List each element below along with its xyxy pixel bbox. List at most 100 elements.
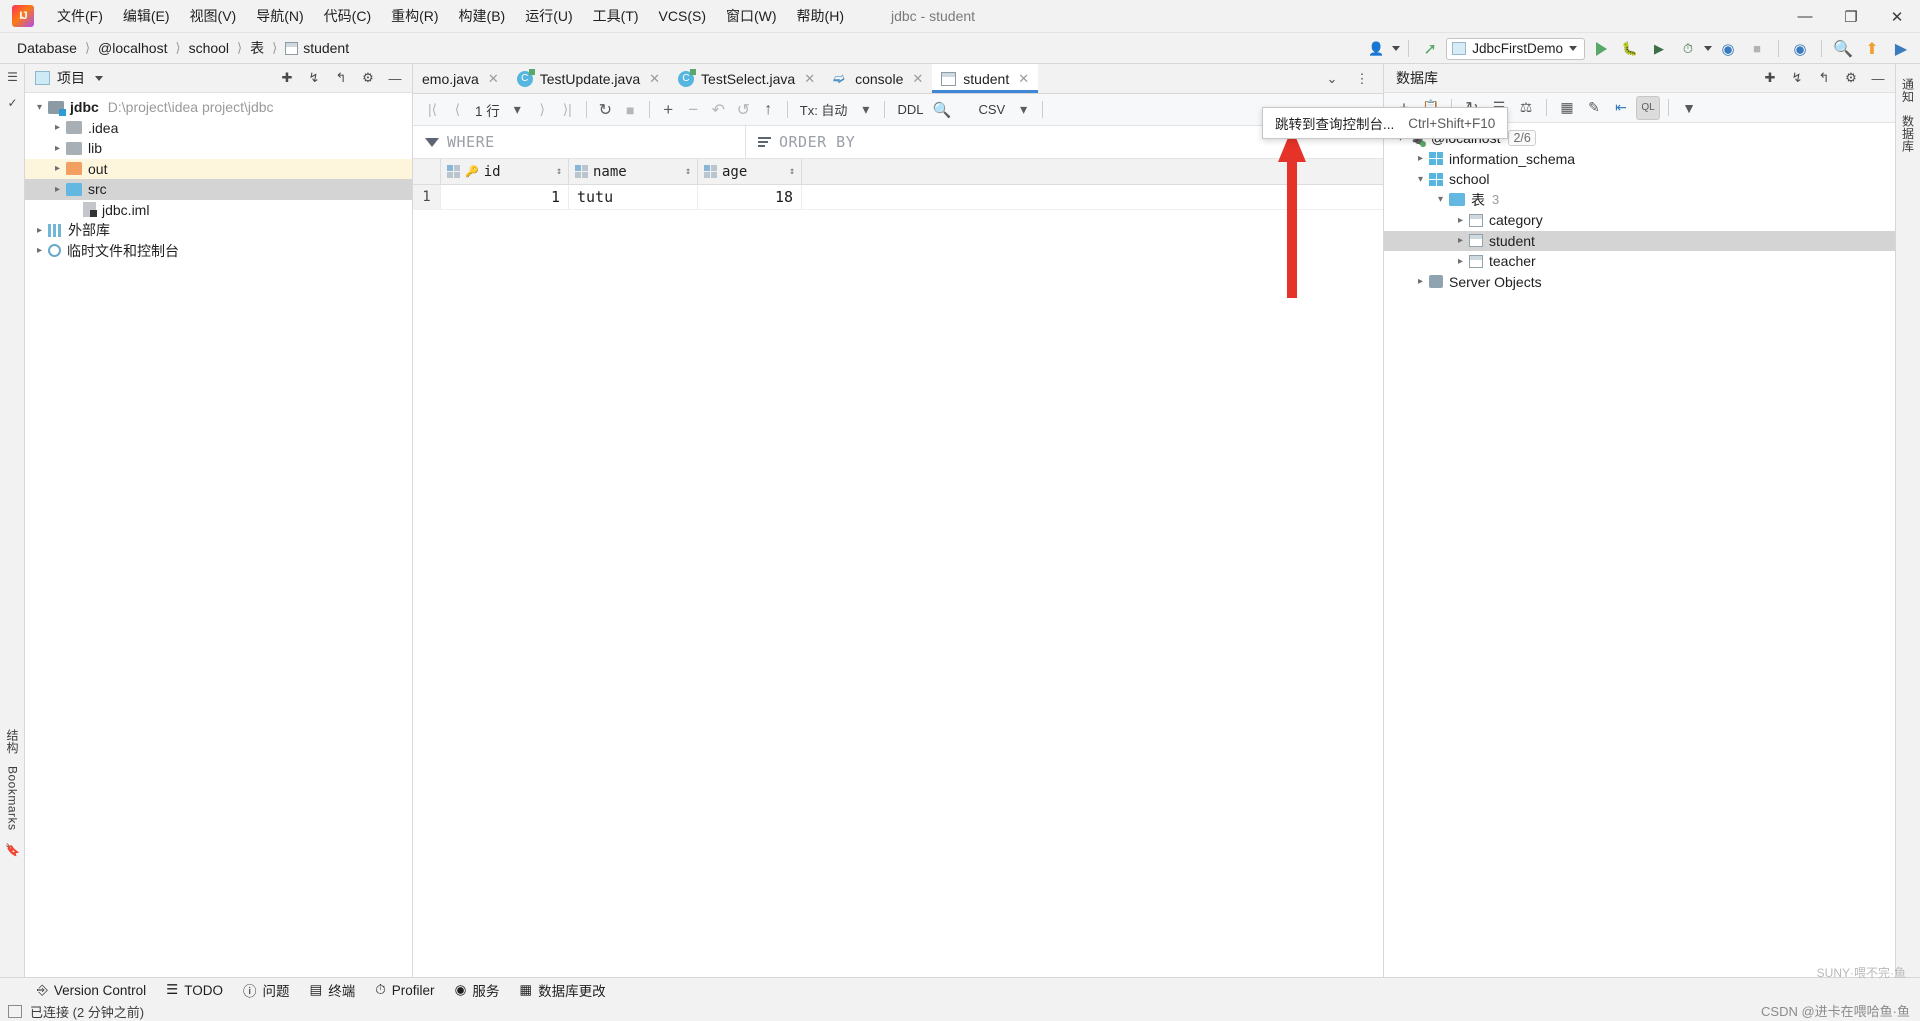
update-icon[interactable]: ⬆ bbox=[1859, 37, 1885, 61]
more-options-icon[interactable]: ⋮ bbox=[1349, 67, 1375, 91]
collapse-all-icon[interactable]: ↰ bbox=[328, 66, 354, 90]
chevron-down-icon[interactable] bbox=[1392, 46, 1401, 51]
menu-item-build[interactable]: 构建(B) bbox=[450, 2, 515, 30]
tree-item-jdbc-iml[interactable]: jdbc.iml bbox=[25, 200, 412, 221]
grid-header-id[interactable]: 🔑 id ↕ bbox=[441, 159, 569, 184]
user-icon[interactable]: 👤 bbox=[1363, 37, 1389, 61]
last-page-button[interactable]: ⟩| bbox=[556, 98, 579, 121]
debug-button[interactable]: 🐛 bbox=[1617, 37, 1643, 61]
revert-selected-icon[interactable]: ↺ bbox=[732, 98, 755, 121]
add-row-icon[interactable]: + bbox=[657, 98, 680, 121]
hide-panel-icon[interactable]: — bbox=[382, 66, 408, 90]
expand-all-icon[interactable]: ↯ bbox=[301, 66, 327, 90]
collapse-all-icon[interactable]: ↰ bbox=[1811, 66, 1837, 90]
menu-item-view[interactable]: 视图(V) bbox=[181, 2, 246, 30]
run-button[interactable] bbox=[1588, 37, 1614, 61]
bottom-item-todo[interactable]: ☰ TODO bbox=[157, 980, 232, 1000]
chevron-icon[interactable] bbox=[1412, 174, 1429, 185]
editor-tab-testupdate-java[interactable]: C TestUpdate.java ✕ bbox=[508, 64, 669, 93]
run-with-coverage-button[interactable]: ▶ bbox=[1646, 37, 1672, 61]
editor-tab-testselect-java[interactable]: C TestSelect.java ✕ bbox=[669, 64, 824, 93]
query-console-icon[interactable]: QL bbox=[1636, 95, 1660, 120]
minimize-button[interactable]: — bbox=[1782, 0, 1828, 33]
bookmark-icon[interactable]: 🔖 bbox=[0, 837, 25, 863]
prev-page-button[interactable]: ⟨ bbox=[446, 98, 469, 121]
bottom-item-terminal[interactable]: ▤ 终端 bbox=[301, 978, 365, 1002]
tree-item-src[interactable]: src bbox=[25, 179, 412, 200]
menu-item-file[interactable]: 文件(F) bbox=[48, 2, 112, 30]
revert-icon[interactable]: ↶ bbox=[707, 98, 730, 121]
chevron-icon[interactable] bbox=[1412, 153, 1429, 164]
tree-item-jdbc[interactable]: jdbc D:\project\idea project\jdbc bbox=[25, 97, 412, 118]
database-tool-window-label[interactable]: 数据库 bbox=[1900, 109, 1917, 159]
cell-name[interactable]: tutu bbox=[569, 185, 698, 209]
menu-item-tools[interactable]: 工具(T) bbox=[584, 2, 648, 30]
sort-indicator-icon[interactable]: ↕ bbox=[789, 166, 795, 177]
tree-item-lib[interactable]: lib bbox=[25, 138, 412, 159]
ide-feature-icon[interactable]: ▶ bbox=[1888, 37, 1914, 61]
bottom-item-profiler[interactable]: ⏱ Profiler bbox=[366, 980, 443, 1000]
structure-tool-window-label[interactable]: 结构 bbox=[4, 723, 21, 760]
sort-indicator-icon[interactable]: ↕ bbox=[556, 166, 562, 177]
search-icon[interactable]: 🔍 bbox=[1830, 37, 1856, 61]
submit-icon[interactable]: ↑ bbox=[757, 98, 780, 121]
bookmarks-tool-window-label[interactable]: Bookmarks bbox=[6, 760, 20, 837]
order-by-filter-input[interactable]: ORDER BY bbox=[746, 126, 855, 158]
export-format-label[interactable]: CSV bbox=[973, 102, 1010, 117]
chevron-icon[interactable] bbox=[31, 245, 48, 256]
settings-gear-icon[interactable]: ⚙ bbox=[1838, 66, 1864, 90]
tree-item-scratches[interactable]: 临时文件和控制台 bbox=[25, 241, 412, 262]
chevron-down-icon[interactable]: ▾ bbox=[854, 98, 877, 121]
commit-tool-window-icon[interactable]: ✓ bbox=[0, 90, 25, 116]
run-configuration-selector[interactable]: JdbcFirstDemo bbox=[1446, 37, 1585, 60]
editor-tab-console[interactable]: ➫ console ✕ bbox=[824, 64, 932, 93]
close-icon[interactable]: ✕ bbox=[1018, 71, 1029, 87]
bottom-item-problems[interactable]: ⓘ 问题 bbox=[234, 978, 299, 1002]
sort-indicator-icon[interactable]: ↕ bbox=[685, 166, 691, 177]
hide-panel-icon[interactable]: — bbox=[1865, 66, 1891, 90]
notifications-tool-window-label[interactable]: 通知 bbox=[1900, 72, 1917, 109]
chevron-down-icon[interactable]: ▾ bbox=[1012, 98, 1035, 121]
locate-icon[interactable]: ✚ bbox=[1757, 66, 1783, 90]
chevron-icon[interactable] bbox=[49, 143, 66, 154]
bottom-item-database-changes[interactable]: ▦ 数据库更改 bbox=[510, 978, 614, 1002]
chevron-down-icon[interactable]: ⌄ bbox=[1319, 67, 1345, 91]
db-tree-item-student[interactable]: student bbox=[1384, 230, 1895, 251]
close-button[interactable]: ✕ bbox=[1874, 0, 1920, 33]
chevron-icon[interactable] bbox=[31, 102, 48, 113]
grid-header-age[interactable]: age ↕ bbox=[698, 159, 802, 184]
hammer-icon[interactable]: ➚ bbox=[1417, 37, 1443, 61]
breadcrumb-item-student[interactable]: student bbox=[280, 38, 354, 58]
chevron-icon[interactable] bbox=[1452, 235, 1469, 246]
row-count-label[interactable]: 1 行 bbox=[471, 100, 504, 120]
chevron-icon[interactable] bbox=[49, 122, 66, 133]
first-page-button[interactable]: |⟨ bbox=[421, 98, 444, 121]
stop-button[interactable]: ■ bbox=[1744, 37, 1770, 61]
menu-item-help[interactable]: 帮助(H) bbox=[788, 2, 853, 30]
search-icon[interactable]: 🔍 bbox=[930, 98, 953, 121]
close-icon[interactable]: ✕ bbox=[804, 71, 815, 87]
db-tree-item-server-objects[interactable]: Server Objects bbox=[1384, 272, 1895, 293]
chevron-icon[interactable] bbox=[1452, 215, 1469, 226]
cell-id[interactable]: 1 bbox=[441, 185, 569, 209]
ddl-button[interactable]: DDL bbox=[892, 102, 928, 117]
db-tree-item-teacher[interactable]: teacher bbox=[1384, 251, 1895, 272]
grid-header-name[interactable]: name ↕ bbox=[569, 159, 698, 184]
menu-item-refactor[interactable]: 重构(R) bbox=[382, 2, 447, 30]
menu-item-edit[interactable]: 编辑(E) bbox=[114, 2, 179, 30]
locate-file-icon[interactable]: ✚ bbox=[274, 66, 300, 90]
bottom-item-services[interactable]: ◉ 服务 bbox=[446, 978, 509, 1002]
chevron-icon[interactable] bbox=[49, 163, 66, 174]
maximize-button[interactable]: ❐ bbox=[1828, 0, 1874, 33]
db-tree-item-category[interactable]: category bbox=[1384, 210, 1895, 231]
where-filter-input[interactable]: WHERE bbox=[413, 126, 746, 158]
edit-icon[interactable]: ✎ bbox=[1582, 96, 1606, 120]
menu-item-run[interactable]: 运行(U) bbox=[516, 2, 581, 30]
filter-icon[interactable]: ▼ bbox=[1677, 96, 1701, 120]
menu-item-vcs[interactable]: VCS(S) bbox=[650, 4, 715, 28]
sync-icon[interactable]: ⚖ bbox=[1514, 96, 1538, 120]
refresh-icon[interactable]: ↻ bbox=[594, 98, 617, 121]
breadcrumb-item-localhost[interactable]: @localhost bbox=[93, 38, 172, 58]
menu-item-code[interactable]: 代码(C) bbox=[315, 2, 380, 30]
breadcrumb-item-school[interactable]: school bbox=[184, 38, 234, 58]
